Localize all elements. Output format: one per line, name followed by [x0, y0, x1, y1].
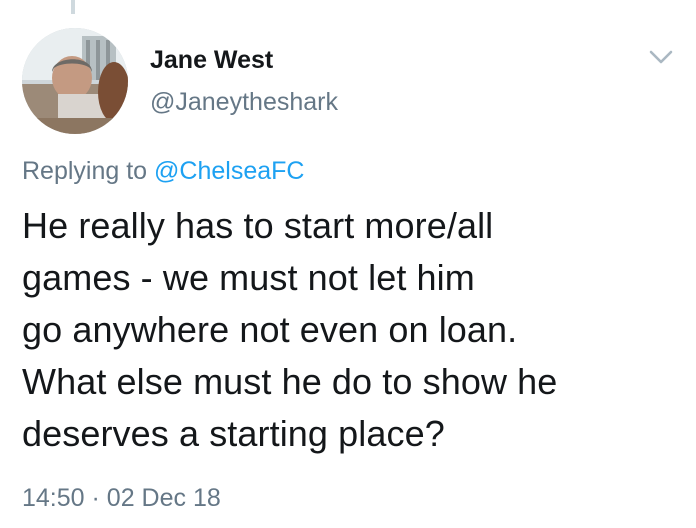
- thread-connector-line: [71, 0, 75, 14]
- reply-mention-link[interactable]: @ChelseaFC: [154, 157, 304, 185]
- author-handle[interactable]: @Janeytheshark: [150, 88, 338, 117]
- tweet-date: 02 Dec 18: [106, 484, 221, 512]
- author-name[interactable]: Jane West: [150, 46, 273, 75]
- meta-separator: ·: [91, 484, 100, 512]
- reply-prefix: Replying to: [22, 157, 148, 185]
- reply-context: Replying to @ChelseaFC: [22, 157, 304, 186]
- avatar[interactable]: [22, 28, 128, 134]
- chevron-down-icon: [649, 50, 673, 64]
- user-avatar-photo-icon: [22, 28, 128, 134]
- tweet-menu-button[interactable]: [648, 48, 674, 66]
- tweet-text: He really has to start more/all games - …: [22, 205, 558, 454]
- tweet-time: 14:50: [22, 484, 85, 512]
- tweet-timestamp[interactable]: 14:50 · 02 Dec 18: [22, 484, 221, 513]
